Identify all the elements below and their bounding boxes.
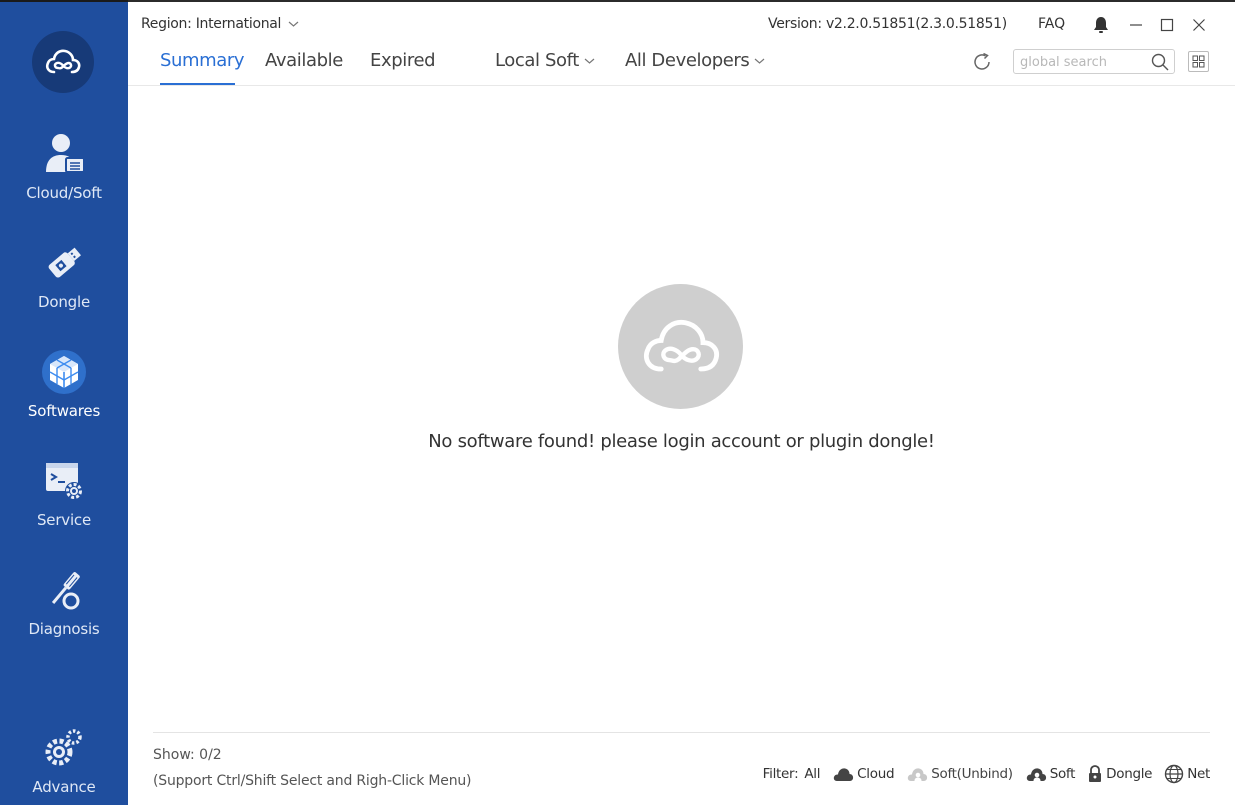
local-soft-dropdown[interactable]: Local Soft [495, 50, 595, 71]
tab-summary[interactable]: Summary [160, 50, 245, 71]
sidebar-item-advance[interactable]: Advance [0, 724, 128, 805]
search-icon [1151, 53, 1169, 71]
filter-all-label: All [804, 766, 821, 782]
sidebar-item-label: Diagnosis [28, 620, 100, 638]
terminal-gear-icon [40, 457, 88, 505]
filter-soft-unbind[interactable]: Soft(Unbind) [906, 766, 1013, 782]
chevron-down-icon [754, 58, 765, 64]
main-panel: Region: International Version: v2.2.0.51… [128, 2, 1235, 805]
sidebar-item-label: Service [36, 511, 92, 529]
user-card-icon [40, 130, 88, 178]
refresh-button[interactable] [970, 50, 994, 74]
cubes-icon [40, 348, 88, 396]
globe-icon [1164, 764, 1184, 784]
filter-dongle-label: Dongle [1106, 766, 1153, 782]
empty-state-logo [618, 284, 743, 409]
sidebar-item-diagnosis[interactable]: Diagnosis [0, 566, 128, 666]
lock-icon [1089, 765, 1102, 782]
cloud-person-icon [908, 768, 928, 781]
grid-view-icon [1192, 55, 1205, 68]
filter-soft-label: Soft [1049, 766, 1076, 782]
local-soft-label: Local Soft [495, 50, 579, 71]
app-logo [32, 31, 94, 93]
filter-soft-unbind-label: Soft(Unbind) [931, 766, 1013, 782]
screwdriver-icon [40, 566, 88, 614]
selection-hint: (Support Ctrl/Shift Select and Righ-Clic… [153, 773, 472, 789]
sidebar-item-service[interactable]: Service [0, 457, 128, 557]
maximize-icon [1160, 18, 1174, 32]
usb-dongle-icon [40, 239, 88, 287]
tab-available[interactable]: Available [265, 50, 343, 71]
filter-cloud-label: Cloud [857, 766, 895, 782]
filter-net-label: Net [1187, 766, 1210, 782]
cloud-icon [833, 768, 854, 781]
sidebar-item-label: Dongle [38, 293, 90, 311]
tab-expired[interactable]: Expired [370, 50, 436, 71]
refresh-icon [974, 52, 990, 70]
chevron-down-icon [288, 21, 299, 27]
search-box [1013, 49, 1175, 74]
filter-label: Filter: [762, 766, 799, 782]
cloud-person-icon [1026, 768, 1046, 781]
sidebar-item-cloud-soft[interactable]: Cloud/Soft [0, 130, 128, 230]
filter-bar: Filter: All Cloud Soft(Unbind) Soft Dong… [763, 764, 1210, 784]
chevron-down-icon [584, 58, 595, 64]
sidebar: Cloud/Soft Dongle Softwares Service Diag… [0, 0, 128, 805]
view-toggle-button[interactable] [1188, 51, 1209, 72]
all-developers-dropdown[interactable]: All Developers [625, 50, 765, 71]
filter-dongle[interactable]: Dongle [1087, 765, 1152, 783]
bell-icon [1094, 17, 1108, 33]
sidebar-item-dongle[interactable]: Dongle [0, 239, 128, 339]
header-divider [128, 85, 1235, 86]
close-button[interactable] [1188, 14, 1210, 36]
sidebar-item-softwares[interactable]: Softwares [0, 348, 128, 448]
region-selector[interactable]: Region: International [141, 16, 299, 32]
show-count: Show: 0/2 [153, 747, 222, 763]
region-label: Region: International [141, 16, 282, 32]
empty-state-message: No software found! please login account … [428, 431, 935, 452]
minimize-button[interactable] [1125, 14, 1147, 36]
sidebar-item-label: Advance [32, 778, 96, 796]
sidebar-item-label: Softwares [27, 402, 101, 420]
cloud-logo-icon [643, 319, 719, 371]
filter-cloud[interactable]: Cloud [832, 766, 895, 782]
maximize-button[interactable] [1156, 14, 1178, 36]
sidebar-item-label: Cloud/Soft [26, 184, 102, 202]
all-developers-label: All Developers [625, 50, 750, 71]
minimize-icon [1130, 24, 1142, 26]
footer-divider [153, 732, 1210, 733]
close-icon [1193, 19, 1205, 31]
filter-soft[interactable]: Soft [1025, 766, 1075, 782]
notification-button[interactable] [1090, 14, 1112, 36]
cloud-logo-icon [45, 49, 81, 74]
global-search-input[interactable] [1020, 53, 1148, 71]
version-text: Version: v2.2.0.51851(2.3.0.51851) [768, 16, 1007, 32]
faq-link[interactable]: FAQ [1038, 16, 1065, 32]
filter-net[interactable]: Net [1164, 764, 1210, 784]
gears-icon [40, 724, 88, 772]
search-button[interactable] [1150, 52, 1170, 72]
filter-all[interactable]: All [804, 766, 820, 782]
